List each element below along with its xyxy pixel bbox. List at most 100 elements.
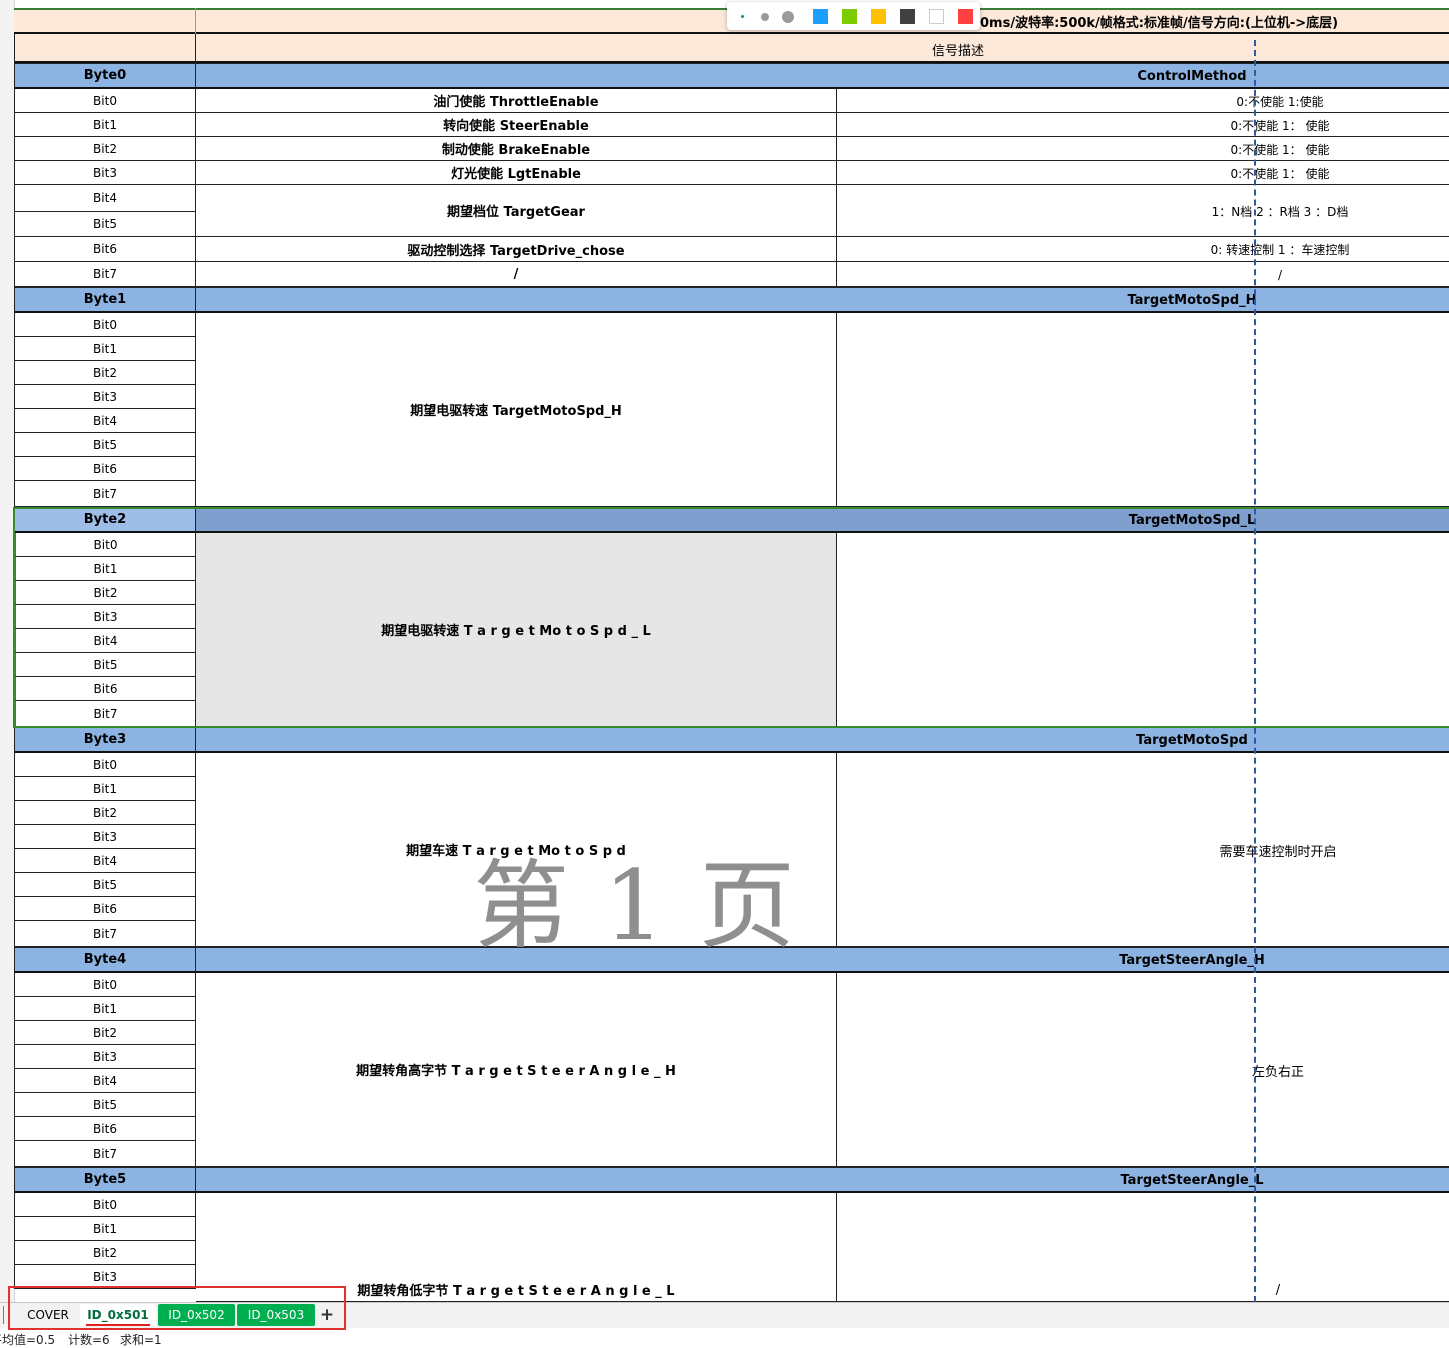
bit-label-cell[interactable]: Bit1	[14, 777, 196, 801]
bit-label-cell[interactable]: Bit4	[14, 849, 196, 873]
color-swatch-white[interactable]	[929, 9, 944, 24]
bit-label-cell[interactable]: Bit5	[14, 1093, 196, 1117]
signal-value-text: 0:不使能 1:使能	[1236, 94, 1324, 109]
byte-label-cell[interactable]: Byte0	[14, 63, 196, 89]
bit-label-cell[interactable]: Bit3	[14, 605, 196, 629]
signal-value-text	[1150, 313, 1406, 507]
status-average: 平均值=0.5	[0, 1333, 56, 1347]
bit-label-cell[interactable]: Bit1	[14, 337, 196, 361]
signal-value-text: /	[1275, 1282, 1281, 1298]
status-sum: 求和=1	[120, 1333, 162, 1347]
byte-signal-name: TargetSteerAngle_H	[1119, 952, 1265, 968]
page-break-line	[1254, 40, 1256, 1302]
color-swatch-green[interactable]	[842, 9, 857, 24]
signal-desc-cell[interactable]: 期望档位 TargetGear	[196, 185, 837, 237]
tab-scroll-handle[interactable]	[3, 1306, 4, 1324]
page-watermark: 第 1 页	[472, 849, 798, 953]
bit-label-cell[interactable]: Bit1	[14, 113, 196, 137]
signal-desc-cell[interactable]: 灯光使能 LgtEnable	[196, 161, 837, 185]
byte-label-cell[interactable]: Byte4	[14, 947, 196, 973]
bit-label-cell[interactable]: Bit7	[14, 701, 196, 727]
bit-label-cell[interactable]: Bit6	[14, 897, 196, 921]
annotation-toolbar	[727, 2, 980, 30]
signal-desc-cell[interactable]: 油门使能 ThrottleEnable	[196, 89, 837, 113]
byte-label-cell[interactable]: Byte3	[14, 727, 196, 753]
tabs-highlight-box	[8, 1286, 346, 1330]
signal-desc-cell[interactable]: 期望电驱转速 T a r g e t Mo t o S p d _ L	[196, 533, 837, 727]
color-swatch-red[interactable]	[958, 9, 973, 24]
signal-desc-cell[interactable]: 期望电驱转速 TargetMotoSpd_H	[196, 313, 837, 507]
bit-label-cell[interactable]: Bit3	[14, 385, 196, 409]
pen-size-medium-icon[interactable]	[761, 13, 769, 21]
bit-label-cell[interactable]: Bit0	[14, 313, 196, 337]
bit-label-cell[interactable]: Bit0	[14, 973, 196, 997]
color-swatch-blue[interactable]	[813, 9, 828, 24]
pen-size-small-icon[interactable]	[741, 15, 744, 18]
signal-desc-cell[interactable]: /	[196, 262, 837, 287]
signal-desc-cell[interactable]: 驱动控制选择 TargetDrive_chose	[196, 237, 837, 262]
signal-desc-label: 信号描述	[931, 43, 984, 59]
bit-label-cell[interactable]: Bit0	[14, 89, 196, 113]
bit-label-cell[interactable]: Bit3	[14, 1045, 196, 1069]
signal-desc-left-cell[interactable]	[14, 34, 196, 63]
bit-label-cell[interactable]: Bit1	[14, 997, 196, 1021]
bit-label-cell[interactable]: Bit2	[14, 137, 196, 161]
bit-label-cell[interactable]: Bit4	[14, 185, 196, 212]
signal-desc-row[interactable]	[14, 34, 1449, 63]
bit-label-cell[interactable]: Bit2	[14, 801, 196, 825]
signal-desc-cell[interactable]: 转向使能 SteerEnable	[196, 113, 837, 137]
bit-label-cell[interactable]: Bit6	[14, 1117, 196, 1141]
bit-label-cell[interactable]: Bit4	[14, 1069, 196, 1093]
bit-label-cell[interactable]: Bit2	[14, 1241, 196, 1265]
signal-value-text: 左负右正	[1251, 1064, 1304, 1080]
header-banner-left-cell[interactable]	[14, 8, 196, 34]
signal-desc-cell[interactable]: 制动使能 BrakeEnable	[196, 137, 837, 161]
bit-label-cell[interactable]: Bit1	[14, 557, 196, 581]
header-banner-text: 0ms/波特率:500k/帧格式:标准帧/信号方向:(上位机->底层)	[980, 15, 1339, 31]
bit-label-cell[interactable]: Bit0	[14, 533, 196, 557]
bit-label-cell[interactable]: Bit3	[14, 161, 196, 185]
color-swatch-dark[interactable]	[900, 9, 915, 24]
bit-label-cell[interactable]: Bit6	[14, 237, 196, 262]
status-count: 计数=6	[68, 1333, 110, 1347]
bit-label-cell[interactable]: Bit5	[14, 433, 196, 457]
byte-signal-name: TargetMotoSpd_H	[1127, 292, 1257, 308]
row-header-strip[interactable]	[0, 0, 15, 1302]
signal-value-text: 0:不使能 1： 使能	[1230, 166, 1330, 181]
bit-label-cell[interactable]: Bit0	[14, 1193, 196, 1217]
byte-label-cell[interactable]: Byte5	[14, 1167, 196, 1193]
bit-label-cell[interactable]: Bit2	[14, 1021, 196, 1045]
signal-value-text: 需要车速控制时开启	[1219, 844, 1337, 860]
bit-label-cell[interactable]: Bit4	[14, 409, 196, 433]
bit-label-cell[interactable]: Bit1	[14, 1217, 196, 1241]
signal-desc-cell[interactable]: 期望转角高字节 T a r g e t S t e e r A n g l e …	[196, 973, 837, 1167]
bit-label-cell[interactable]: Bit7	[14, 921, 196, 947]
bit-label-cell[interactable]: Bit7	[14, 1141, 196, 1167]
signal-value-text: /	[1277, 267, 1283, 282]
bit-label-cell[interactable]: Bit0	[14, 753, 196, 777]
signal-value-text: 1：N档 2 ：R档 3 ：D档	[1211, 204, 1349, 219]
bit-label-cell[interactable]: Bit2	[14, 581, 196, 605]
bit-label-cell[interactable]: Bit6	[14, 457, 196, 481]
bit-label-cell[interactable]: Bit2	[14, 361, 196, 385]
bit-label-cell[interactable]: Bit7	[14, 262, 196, 287]
byte-signal-name: ControlMethod	[1137, 68, 1247, 84]
bit-label-cell[interactable]: Bit7	[14, 481, 196, 507]
byte-signal-name: TargetMotoSpd_L	[1128, 512, 1256, 528]
byte-label-cell[interactable]: Byte2	[14, 507, 196, 533]
byte-signal-name: TargetSteerAngle_L	[1120, 1172, 1264, 1188]
signal-value-text	[1150, 533, 1406, 727]
bit-label-cell[interactable]: Bit5	[14, 653, 196, 677]
signal-value-text: 0:不使能 1： 使能	[1230, 142, 1330, 157]
bit-label-cell[interactable]: Bit5	[14, 212, 196, 237]
pen-size-large-icon[interactable]	[782, 11, 794, 23]
signal-value-text: 0:不使能 1： 使能	[1230, 118, 1330, 133]
bit-label-cell[interactable]: Bit5	[14, 873, 196, 897]
byte-signal-name: TargetMotoSpd	[1136, 732, 1248, 748]
bit-label-cell[interactable]: Bit4	[14, 629, 196, 653]
bit-label-cell[interactable]: Bit3	[14, 825, 196, 849]
bit-label-cell[interactable]: Bit6	[14, 677, 196, 701]
color-swatch-yellow[interactable]	[871, 9, 886, 24]
byte-label-cell[interactable]: Byte1	[14, 287, 196, 313]
signal-value-text: 0: 转速控制 1 ：车速控制	[1210, 243, 1350, 257]
